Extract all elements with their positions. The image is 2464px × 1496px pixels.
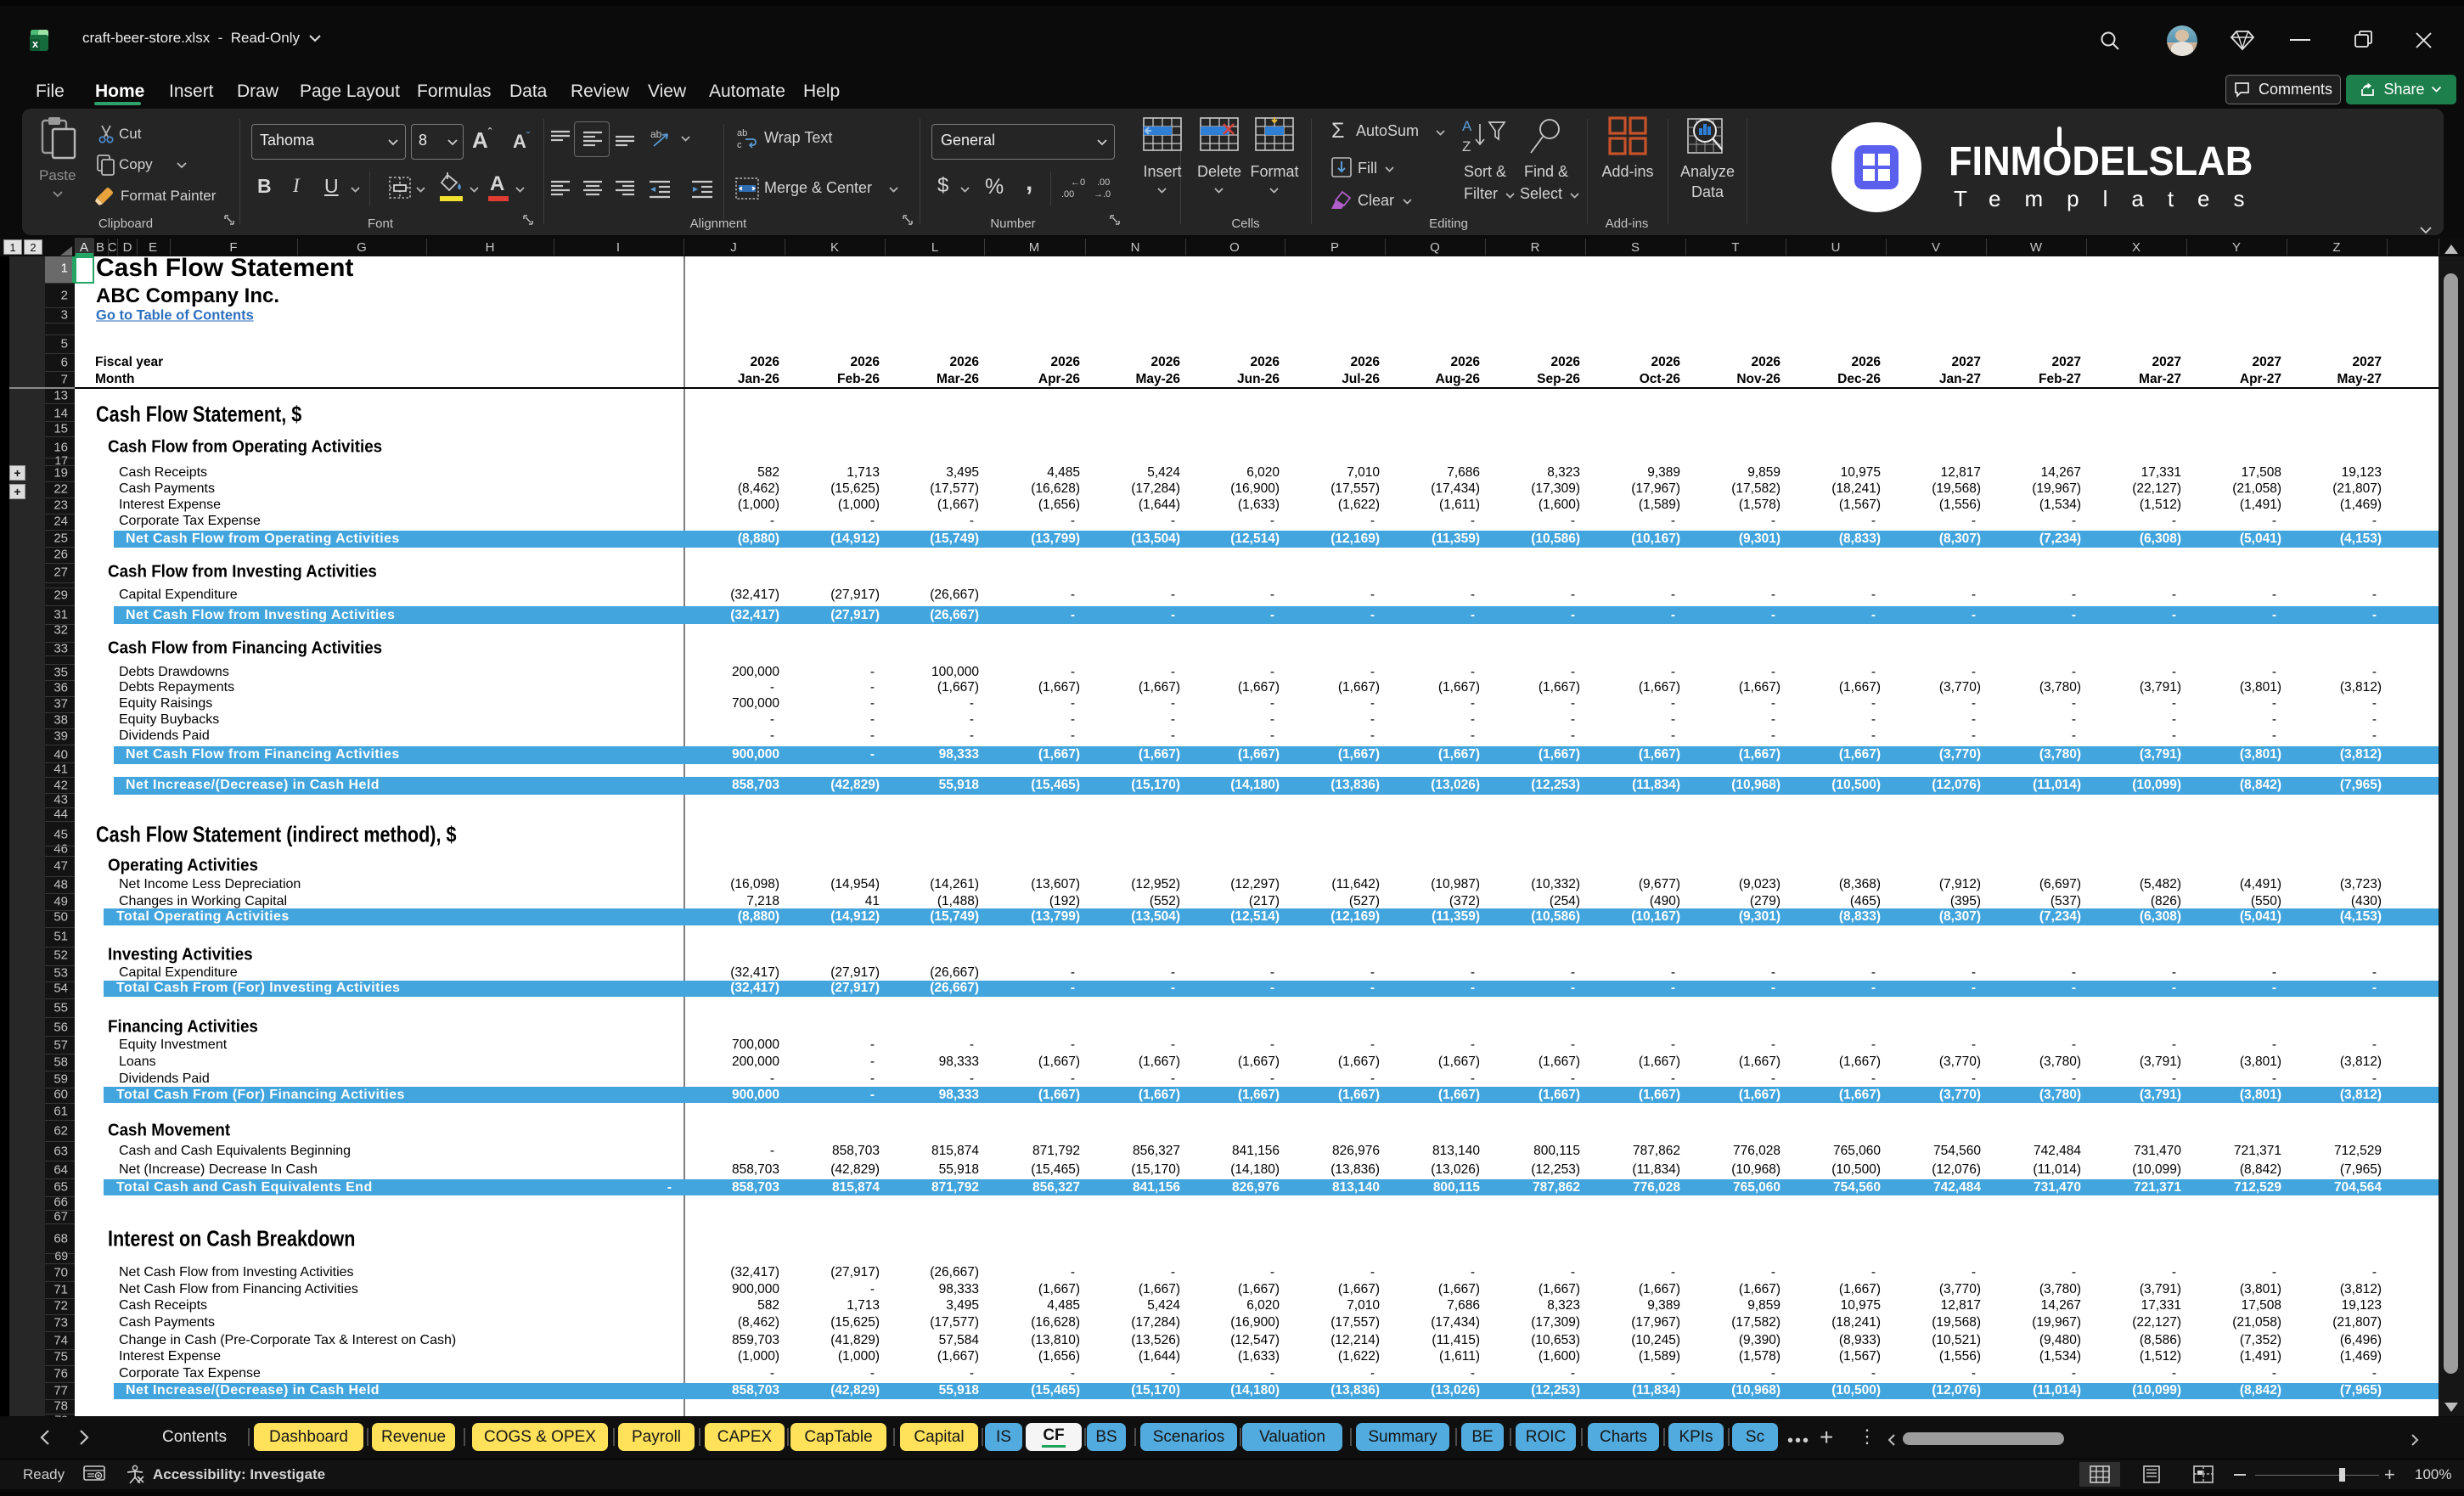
svg-text:.00: .00 — [1061, 189, 1074, 200]
svg-text:→.0: →.0 — [1094, 189, 1111, 200]
svg-text:ab: ab — [737, 128, 747, 138]
svg-text:A: A — [1462, 118, 1472, 134]
svg-text:ab: ab — [650, 128, 662, 140]
svg-text:x: x — [32, 37, 39, 50]
svg-text:Z: Z — [1462, 138, 1471, 155]
svg-text:←0: ←0 — [1071, 177, 1085, 188]
svg-text:c: c — [737, 140, 742, 149]
svg-text:.00: .00 — [1097, 177, 1110, 188]
